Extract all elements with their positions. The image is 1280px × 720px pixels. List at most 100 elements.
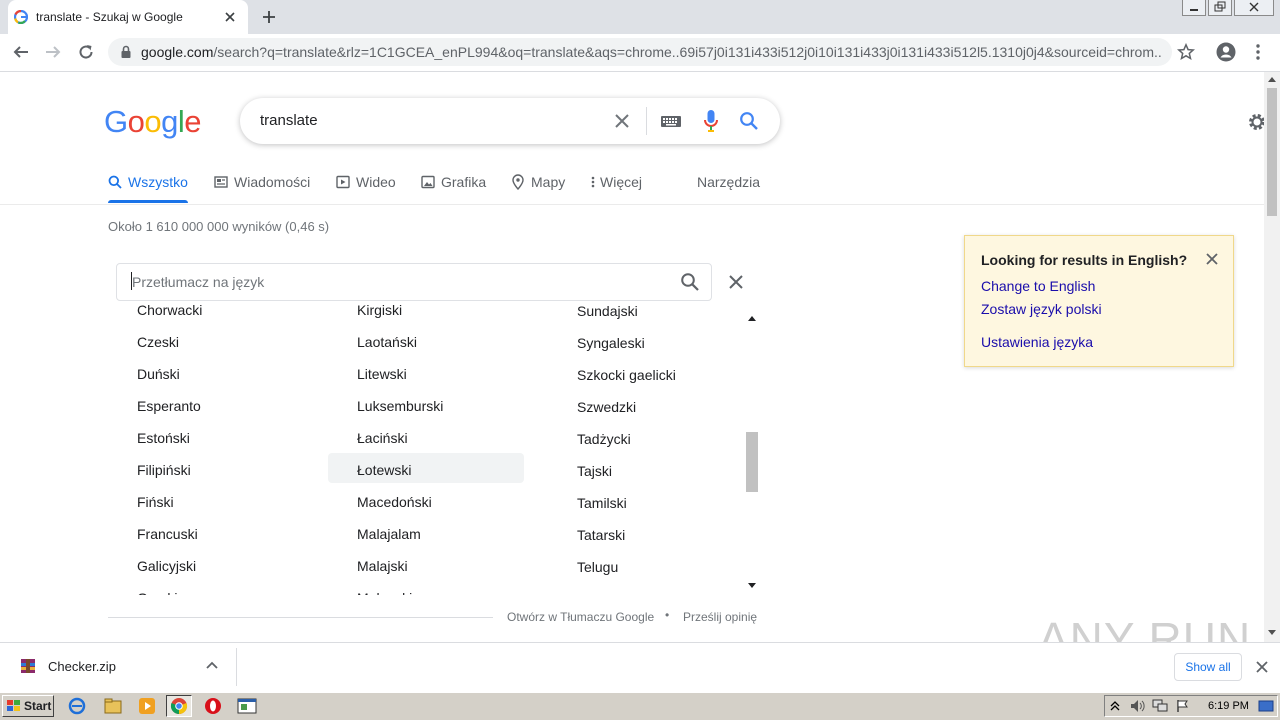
language-option[interactable]: Macedoński bbox=[357, 494, 432, 510]
tab-images[interactable]: Grafika bbox=[421, 174, 486, 190]
reload-icon[interactable] bbox=[77, 43, 95, 61]
back-icon[interactable] bbox=[12, 43, 30, 61]
page-scroll-thumb[interactable] bbox=[1267, 88, 1277, 216]
forward-icon[interactable] bbox=[44, 43, 62, 61]
page-scroll-down-icon[interactable] bbox=[1268, 630, 1276, 636]
language-option[interactable]: Syngaleski bbox=[577, 335, 645, 351]
language-option[interactable]: Duński bbox=[137, 366, 180, 382]
language-option[interactable]: Chorwacki bbox=[137, 303, 202, 318]
language-option[interactable]: Tamilski bbox=[577, 495, 627, 511]
language-option[interactable]: Galicyjski bbox=[137, 558, 196, 574]
tab-video-label: Wideo bbox=[356, 174, 396, 190]
language-option[interactable]: Łotewski bbox=[357, 462, 411, 478]
language-option[interactable]: Francuski bbox=[137, 526, 198, 542]
restore-window-icon[interactable] bbox=[1208, 0, 1232, 16]
language-option[interactable]: Sundajski bbox=[577, 303, 638, 319]
show-desktop-icon[interactable] bbox=[1258, 699, 1274, 713]
windows-logo-icon bbox=[7, 700, 20, 711]
google-logo[interactable]: Google bbox=[104, 104, 202, 140]
file-explorer-icon[interactable] bbox=[100, 695, 126, 717]
language-list-scroll-thumb[interactable] bbox=[746, 432, 758, 492]
language-settings-link[interactable]: Ustawienia języka bbox=[981, 334, 1093, 350]
keep-polish-link[interactable]: Zostaw język polski bbox=[981, 301, 1102, 317]
window-app-icon[interactable] bbox=[234, 695, 260, 717]
language-option[interactable]: Tadżycki bbox=[577, 431, 631, 447]
search-icon[interactable] bbox=[680, 272, 700, 292]
language-option[interactable]: Fiński bbox=[137, 494, 174, 510]
language-option[interactable]: Luksemburski bbox=[357, 398, 443, 414]
bookmark-star-icon[interactable] bbox=[1177, 43, 1195, 61]
tab-images-label: Grafika bbox=[441, 174, 487, 190]
image-icon bbox=[421, 175, 435, 189]
open-in-translate-link[interactable]: Otwórz w Tłumaczu Google bbox=[507, 610, 654, 624]
language-option[interactable]: Czeski bbox=[137, 334, 179, 350]
show-hidden-icons-icon[interactable] bbox=[1110, 700, 1120, 712]
minimize-window-icon[interactable] bbox=[1182, 0, 1206, 16]
tab-maps-label: Mapy bbox=[531, 174, 566, 190]
language-option[interactable]: Szkocki gaelicki bbox=[577, 367, 676, 383]
network-icon[interactable] bbox=[1152, 699, 1168, 713]
language-option[interactable]: Malajski bbox=[357, 558, 408, 574]
language-option[interactable]: Łaciński bbox=[357, 430, 408, 446]
close-language-picker-icon[interactable] bbox=[726, 272, 746, 292]
download-file-name[interactable]: Checker.zip bbox=[48, 659, 116, 674]
page-scroll-up-icon[interactable] bbox=[1268, 76, 1276, 82]
tab-news-label: Wiadomości bbox=[234, 174, 311, 190]
search-input[interactable]: translate bbox=[260, 112, 318, 129]
opera-icon[interactable] bbox=[200, 695, 226, 717]
url-text[interactable]: google.com/search?q=translate&rlz=1C1GCE… bbox=[141, 44, 1161, 60]
tools-button[interactable]: Narzędzia bbox=[697, 174, 760, 190]
volume-icon[interactable] bbox=[1130, 699, 1146, 713]
close-notice-icon[interactable] bbox=[1204, 251, 1220, 267]
url-host: google.com bbox=[141, 44, 214, 60]
active-tab-indicator bbox=[108, 200, 188, 203]
chrome-menu-icon[interactable] bbox=[1252, 43, 1264, 61]
search-box[interactable] bbox=[240, 98, 780, 144]
close-download-bar-icon[interactable] bbox=[1255, 660, 1269, 674]
tab-more-label: Więcej bbox=[600, 174, 643, 190]
language-option[interactable]: Malgaski bbox=[357, 590, 412, 595]
profile-avatar-icon[interactable] bbox=[1216, 42, 1236, 62]
language-option[interactable]: Filipiński bbox=[137, 462, 191, 478]
tab-video[interactable]: Wideo bbox=[336, 174, 396, 190]
show-all-downloads-button[interactable]: Show all bbox=[1174, 653, 1242, 681]
clear-search-icon[interactable] bbox=[612, 111, 632, 131]
tab-maps[interactable]: Mapy bbox=[511, 174, 565, 190]
url-path: /search?q=translate&rlz=1C1GCEA_enPL994&… bbox=[213, 44, 1161, 60]
language-option[interactable]: Tatarski bbox=[577, 527, 625, 543]
translate-language-input[interactable]: Przetłumacz na język bbox=[132, 274, 264, 290]
lock-icon[interactable] bbox=[120, 45, 132, 59]
scroll-up-icon[interactable] bbox=[748, 315, 756, 321]
chevron-up-icon[interactable] bbox=[206, 661, 218, 669]
chrome-taskbar-icon[interactable] bbox=[166, 695, 192, 717]
language-option[interactable]: Szwedzki bbox=[577, 399, 636, 415]
internet-explorer-icon[interactable] bbox=[64, 695, 90, 717]
language-option[interactable]: Kirgiski bbox=[357, 303, 402, 318]
new-tab-icon[interactable] bbox=[260, 8, 278, 26]
tab-news[interactable]: Wiadomości bbox=[214, 174, 310, 190]
change-to-english-link[interactable]: Change to English bbox=[981, 278, 1095, 294]
keyboard-icon[interactable] bbox=[660, 114, 682, 128]
voice-search-icon[interactable] bbox=[703, 109, 719, 133]
language-option[interactable]: Estoński bbox=[137, 430, 190, 446]
close-window-icon[interactable] bbox=[1234, 0, 1274, 16]
search-icon[interactable] bbox=[739, 111, 759, 131]
language-option[interactable]: Litewski bbox=[357, 366, 407, 382]
language-option[interactable]: Grecki bbox=[137, 590, 177, 595]
start-label: Start bbox=[24, 699, 52, 713]
language-option[interactable]: Tajski bbox=[577, 463, 612, 479]
language-option[interactable]: Malajalam bbox=[357, 526, 421, 542]
search-icon bbox=[108, 175, 122, 189]
language-option[interactable]: Laotański bbox=[357, 334, 417, 350]
media-player-icon[interactable] bbox=[134, 695, 160, 717]
language-option[interactable]: Esperanto bbox=[137, 398, 201, 414]
tab-more[interactable]: Więcej bbox=[590, 174, 642, 190]
start-button[interactable]: Start bbox=[2, 695, 54, 717]
tab-all-label: Wszystko bbox=[128, 174, 188, 190]
tab-close-icon[interactable] bbox=[222, 9, 238, 25]
action-center-flag-icon[interactable] bbox=[1176, 699, 1190, 713]
tab-all[interactable]: Wszystko bbox=[108, 174, 188, 190]
scroll-down-icon[interactable] bbox=[748, 583, 756, 589]
language-option[interactable]: Telugu bbox=[577, 559, 618, 575]
send-feedback-link[interactable]: Prześlij opinię bbox=[683, 610, 757, 624]
